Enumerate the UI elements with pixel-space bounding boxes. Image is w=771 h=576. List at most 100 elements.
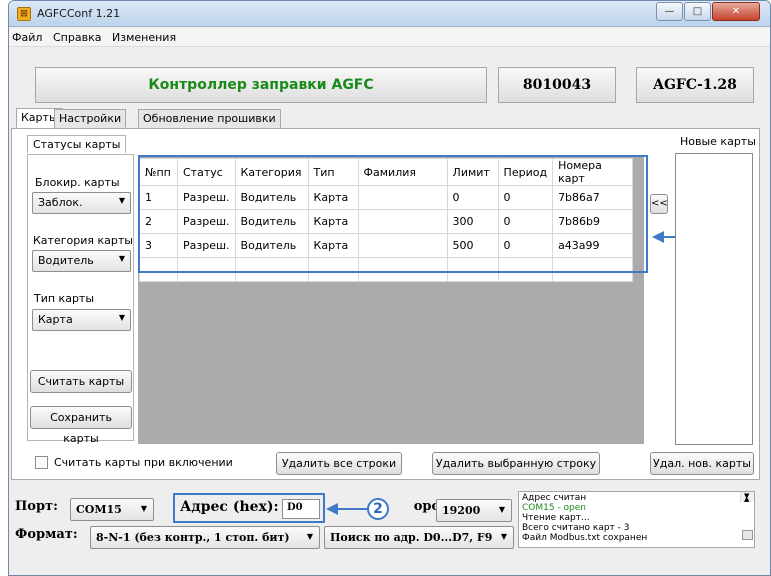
log-line: Файл Modbus.txt сохранен (522, 533, 648, 543)
title-bar: ⊠ AGFCConf 1.21 — □ ✕ (9, 1, 770, 27)
table-cell[interactable]: 0 (497, 185, 554, 210)
maximize-button[interactable]: □ (684, 2, 711, 21)
table-row[interactable]: 3 Разреш. Водитель Карта 500 0 a43a99 (139, 233, 634, 258)
table-cell[interactable] (307, 257, 359, 282)
read-cards-button[interactable]: Считать карты (30, 370, 132, 393)
tab-settings[interactable]: Настройки (54, 109, 127, 128)
table-cell[interactable]: Разреш. (177, 209, 236, 234)
status-log[interactable]: Адрес считан COM15 - open Чтение карт...… (518, 491, 755, 548)
search-select[interactable]: Поиск по адр. D0...D7, F9 ▼ (324, 526, 514, 549)
minimize-button[interactable]: — (656, 2, 683, 21)
port-select[interactable]: COM15 ▼ (70, 498, 154, 521)
table-cell[interactable]: 7b86b9 (552, 209, 634, 234)
address-input[interactable]: D0 (282, 499, 320, 519)
firmware-panel: AGFC-1.28 (636, 67, 754, 103)
table-cell[interactable] (357, 257, 448, 282)
type-select[interactable]: Карта ▼ (32, 309, 131, 331)
chevron-down-icon: ▼ (306, 532, 313, 541)
delete-selected-row-button[interactable]: Удалить выбранную строку (432, 452, 600, 475)
window-title: AGFCConf 1.21 (37, 7, 121, 20)
log-line: Чтение карт... (522, 513, 590, 523)
block-select[interactable]: Заблок. ▼ (32, 192, 131, 214)
block-select-value: Заблок. (38, 196, 83, 209)
move-new-cards-button[interactable]: << (650, 194, 668, 214)
column-header[interactable]: Номера карт (552, 158, 634, 186)
table-cell[interactable]: Карта (307, 233, 359, 258)
read-on-start-label: Считать карты при включении (54, 456, 233, 469)
table-cell[interactable]: Водитель (234, 233, 309, 258)
column-header[interactable]: Лимит (446, 158, 499, 186)
menu-file[interactable]: Файл (12, 31, 42, 44)
table-cell[interactable]: Водитель (234, 185, 309, 210)
table-cell[interactable]: 3 (139, 233, 178, 258)
scroll-thumb[interactable] (742, 530, 753, 540)
read-on-start-checkbox[interactable] (35, 456, 48, 469)
tab-card-statuses[interactable]: Статусы карты (27, 135, 127, 153)
table-cell[interactable]: Разреш. (177, 185, 236, 210)
chevron-down-icon: ▼ (118, 313, 125, 322)
category-select-value: Водитель (38, 254, 94, 267)
tab-firmware-update[interactable]: Обновление прошивки (138, 109, 281, 128)
table-cell[interactable]: 300 (446, 209, 499, 234)
controller-title: Контроллер заправки AGFC (148, 77, 374, 93)
column-header[interactable]: Тип (307, 158, 359, 186)
column-header[interactable]: Фамилия (357, 158, 448, 186)
log-line: Всего считано карт - 3 (522, 523, 630, 533)
table-cell[interactable] (177, 257, 236, 282)
cards-table-grid: №пп Статус Категория Тип Фамилия Лимит П… (139, 158, 634, 282)
column-header[interactable]: Статус (177, 158, 236, 186)
table-row[interactable]: 2 Разреш. Водитель Карта 300 0 7b86b9 (139, 209, 634, 234)
format-select[interactable]: 8-N-1 (без контр., 1 стоп. бит) ▼ (90, 526, 320, 549)
scroll-down-icon[interactable]: ▼ (744, 492, 749, 501)
format-select-value: 8-N-1 (без контр., 1 стоп. бит) (96, 531, 290, 544)
chevron-down-icon: ▼ (498, 505, 505, 514)
column-header[interactable]: Категория (234, 158, 309, 186)
table-cell[interactable] (497, 257, 554, 282)
chevron-down-icon: ▼ (500, 532, 507, 541)
category-select[interactable]: Водитель ▼ (32, 250, 131, 272)
table-cell[interactable]: 500 (446, 233, 499, 258)
menu-help[interactable]: Справка (53, 31, 101, 44)
table-row[interactable]: 1 Разреш. Водитель Карта 0 0 7b86a7 (139, 185, 634, 210)
table-cell[interactable]: 0 (497, 209, 554, 234)
table-cell[interactable]: 2 (139, 209, 178, 234)
chevron-down-icon: ▼ (118, 196, 125, 205)
chevron-down-icon: ▼ (140, 504, 147, 513)
new-cards-list[interactable] (675, 153, 753, 445)
menu-changes[interactable]: Изменения (112, 31, 176, 44)
app-icon: ⊠ (17, 7, 31, 21)
table-cell[interactable]: a43a99 (552, 233, 634, 258)
column-header[interactable]: №пп (139, 158, 178, 186)
save-cards-button[interactable]: Сохранить карты (30, 406, 132, 445)
table-cell[interactable]: 0 (497, 233, 554, 258)
type-select-value: Карта (38, 313, 73, 326)
log-scrollbar[interactable]: ▲ ▼ (740, 492, 754, 540)
table-cell[interactable]: Разреш. (177, 233, 236, 258)
table-cell[interactable]: 1 (139, 185, 178, 210)
type-label: Тип карты (34, 292, 95, 305)
port-label: Порт: (15, 499, 58, 514)
table-cell[interactable] (357, 209, 448, 234)
table-cell[interactable] (234, 257, 309, 282)
table-row-empty[interactable] (139, 257, 634, 282)
table-cell[interactable]: Водитель (234, 209, 309, 234)
column-header[interactable]: Период (497, 158, 554, 186)
cards-table[interactable]: №пп Статус Категория Тип Фамилия Лимит П… (138, 157, 644, 444)
table-cell[interactable]: 0 (446, 185, 499, 210)
table-cell[interactable] (357, 185, 448, 210)
table-cell[interactable]: Карта (307, 185, 359, 210)
close-button[interactable]: ✕ (712, 2, 760, 21)
log-line: Адрес считан (522, 493, 587, 503)
table-cell[interactable]: Карта (307, 209, 359, 234)
table-cell[interactable] (139, 257, 178, 282)
table-cell[interactable] (446, 257, 499, 282)
delete-new-cards-button[interactable]: Удал. нов. карты (650, 452, 754, 475)
speed-select[interactable]: 19200 ▼ (436, 499, 512, 522)
format-label: Формат: (15, 527, 78, 542)
delete-all-rows-button[interactable]: Удалить все строки (276, 452, 402, 475)
table-cell[interactable] (552, 257, 634, 282)
callout-2-line (336, 508, 370, 510)
new-cards-label: Новые карты (680, 135, 756, 148)
table-cell[interactable] (357, 233, 448, 258)
table-cell[interactable]: 7b86a7 (552, 185, 634, 210)
